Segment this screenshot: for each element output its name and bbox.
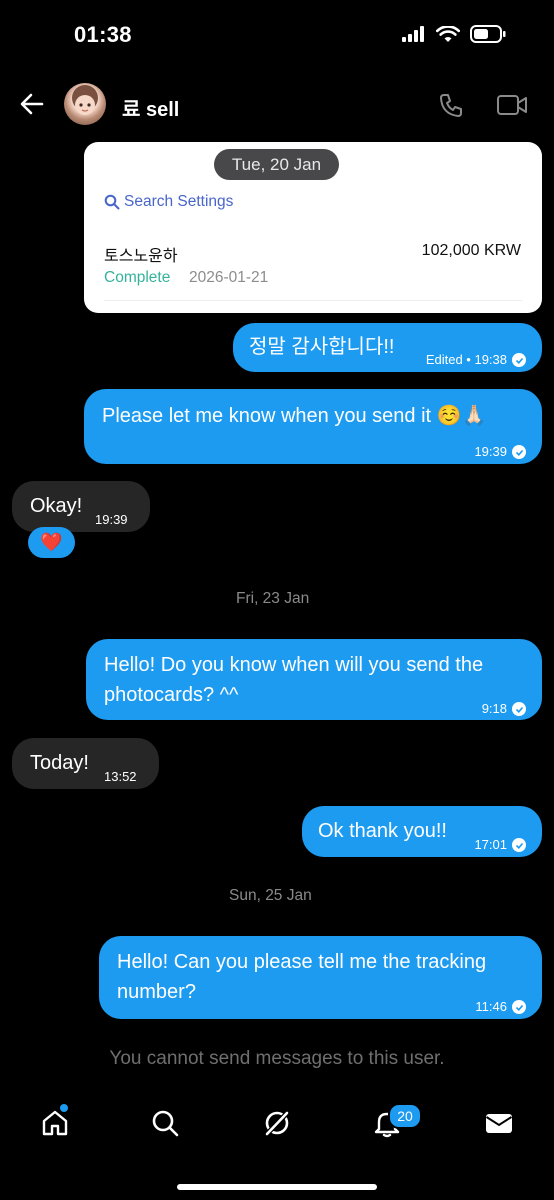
message-text: Please let me know when you send it ☺️🙏🏻 [102,405,487,427]
transaction-recipient: 토스노윤하 [104,248,178,265]
notifications-badge: 20 [388,1103,422,1129]
message-time: Edited • 19:38 [425,352,507,367]
message-text: Hello! Can you please tell me the tracki… [117,951,487,1003]
home-indicator[interactable] [177,1184,377,1190]
search-tab-icon[interactable] [150,1108,180,1138]
message-time: 9:18 [481,701,507,716]
avatar-face-icon [72,85,98,115]
message-meta: 9:18 [482,694,526,724]
home-icon[interactable] [40,1108,70,1138]
message-meta: Edited • 19:38 [426,345,526,375]
message-meta: 19:39 [474,437,526,467]
read-check-icon [512,1000,526,1014]
battery-icon [470,25,506,43]
message-text: Ok thank you!! [318,820,447,842]
message-bubble-incoming[interactable]: Today! 13:52 [12,738,159,789]
message-bubble-outgoing[interactable]: Please let me know when you send it ☺️🙏🏻… [84,389,542,464]
message-meta: 11:46 [475,992,526,1022]
transaction-status: Complete [104,269,171,286]
cannot-message-notice: You cannot send messages to this user. [109,1048,445,1069]
video-call-icon[interactable] [496,92,528,118]
message-bubble-outgoing[interactable]: 정말 감사합니다!! Edited • 19:38 [233,323,542,372]
grok-icon[interactable] [262,1108,292,1138]
day-separator: Sun, 25 Jan [229,887,312,904]
contact-avatar[interactable] [64,83,106,125]
messages-envelope-icon[interactable] [484,1108,514,1138]
message-bubble-outgoing[interactable]: Ok thank you!! 17:01 [302,806,542,857]
message-time: 19:39 [474,444,507,459]
status-icons [402,25,506,43]
message-bubble-outgoing[interactable]: Hello! Can you please tell me the tracki… [99,936,542,1019]
read-check-icon [512,702,526,716]
phone-call-icon[interactable] [438,92,464,118]
cellular-signal-icon [402,26,424,42]
message-bubble-outgoing[interactable]: Hello! Do you know when will you send th… [86,639,542,720]
search-icon [104,194,120,210]
search-settings-label: Search Settings [124,193,234,210]
transaction-amount: 102,000 KRW [421,242,521,259]
heart-reaction[interactable]: ❤️ [28,527,75,558]
transaction-date: 2026-01-21 [189,269,269,286]
message-time: 19:39 [95,512,128,527]
message-bubble-incoming[interactable]: Okay! 19:39 [12,481,150,532]
message-time: 11:46 [475,999,507,1014]
message-text: Today! [30,752,89,774]
message-time: 13:52 [104,769,137,784]
message-meta: 17:01 [474,830,526,860]
read-check-icon [512,353,526,367]
home-unread-dot [60,1104,68,1112]
contact-name[interactable]: 료 sell [122,93,179,122]
read-check-icon [512,445,526,459]
message-text: Okay! [30,495,83,517]
wifi-icon [436,25,460,42]
message-text: Hello! Do you know when will you send th… [104,654,484,706]
date-pill: Tue, 20 Jan [214,149,339,180]
card-divider [104,300,522,301]
message-text: 정말 감사합니다!! [249,336,395,358]
day-separator: Fri, 23 Jan [236,590,310,607]
message-time: 17:01 [474,837,507,852]
read-check-icon [512,838,526,852]
back-arrow-icon[interactable] [18,90,46,118]
search-settings-link[interactable]: Search Settings [104,193,233,211]
status-time: 01:38 [74,22,132,47]
